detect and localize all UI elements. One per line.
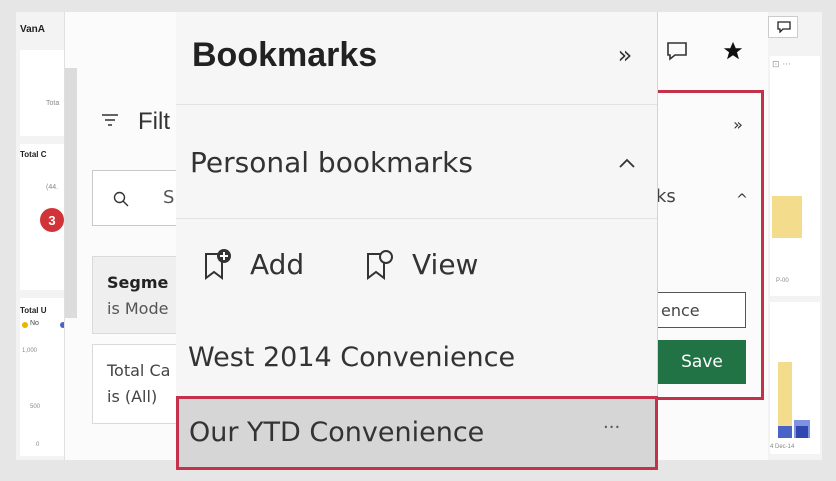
focus-mode-icon[interactable]: ⊡ ··· [772, 60, 816, 74]
bookmarks-pane-back: » ks ^ ence Save [656, 12, 768, 460]
bookmark-view-icon [367, 250, 393, 280]
personal-bookmarks-heading[interactable]: Personal bookmarks [190, 146, 473, 179]
total-u-label: Total U [20, 306, 47, 315]
count-badge: 3 [40, 208, 64, 232]
bookmark-name-input[interactable]: ence [656, 292, 746, 328]
collapse-pane-icon[interactable]: » [610, 40, 640, 70]
add-bookmark-label: Add [250, 248, 305, 281]
add-bookmark-button[interactable]: Add [202, 246, 314, 286]
bookmark-item-selected[interactable]: Our YTD Convenience ··· [176, 396, 658, 470]
save-button[interactable]: Save [658, 340, 746, 384]
chart-card-bottom-right[interactable]: 4 Dec-14 [770, 302, 820, 454]
chart-bar [772, 196, 802, 238]
filter-card-title: Segme [107, 273, 169, 292]
bookmark-add-icon [205, 249, 231, 280]
filter-lines-icon [100, 110, 120, 130]
card-total-c[interactable]: Total C (44. 3 [20, 144, 64, 290]
card-total[interactable]: Tota [20, 50, 64, 136]
total-c-value: (44. [46, 184, 59, 191]
view-bookmarks-label: View [412, 248, 479, 281]
comment-icon [777, 21, 791, 33]
axis-label-p: P-00 [776, 278, 789, 284]
divider [176, 218, 657, 219]
card-total-label: Tota [46, 100, 60, 107]
comment-icon-button[interactable] [768, 16, 798, 38]
bookmark-name-value: ence [661, 301, 700, 320]
legend-no-label: No [30, 320, 39, 327]
collapse-chevrons-icon[interactable]: » [728, 114, 748, 134]
bookmarks-title: Bookmarks [192, 36, 378, 74]
bookmarks-pane: Bookmarks » Personal bookmarks Add View … [176, 12, 658, 470]
legend-dot-no [22, 322, 28, 328]
axis-label-dec: 4 Dec-14 [770, 444, 795, 450]
comment-icon[interactable] [660, 36, 694, 66]
filter-card-title: Total Ca [107, 361, 171, 380]
report-title: VanA [20, 24, 46, 35]
screen: VanA Tota Total C (44. 3 Total U No 1,00… [0, 0, 836, 481]
filter-card-sub: is Mode [107, 299, 169, 318]
more-options-icon[interactable]: ··· [603, 417, 620, 438]
star-icon[interactable] [716, 36, 750, 66]
search-icon [113, 191, 129, 207]
filters-scroll-strip[interactable] [65, 68, 77, 318]
y-tick: 0 [36, 442, 40, 448]
chevron-up-icon[interactable] [614, 150, 640, 176]
y-tick: 500 [30, 404, 41, 410]
filters-search-placeholder: S [163, 187, 175, 208]
y-tick: 1,000 [22, 348, 38, 354]
divider [176, 104, 657, 105]
bookmarks-back-section: ks [656, 186, 676, 207]
filter-card-sub: is (All) [107, 387, 158, 406]
card-total-u[interactable]: Total U No 1,000 500 0 [20, 298, 66, 456]
chart-bar [796, 426, 808, 438]
total-c-label: Total C [20, 150, 47, 159]
bookmark-item-label: West 2014 Convenience [188, 342, 516, 373]
view-bookmarks-button[interactable]: View [364, 246, 494, 286]
bookmark-item-label: Our YTD Convenience [189, 417, 485, 448]
chart-bar [778, 426, 792, 438]
bookmark-item[interactable]: West 2014 Convenience [176, 330, 658, 386]
chevron-up-icon[interactable]: ^ [732, 190, 752, 210]
chart-card-right[interactable]: ⊡ ··· P-00 [770, 56, 820, 296]
filters-title: Filt [138, 108, 170, 135]
